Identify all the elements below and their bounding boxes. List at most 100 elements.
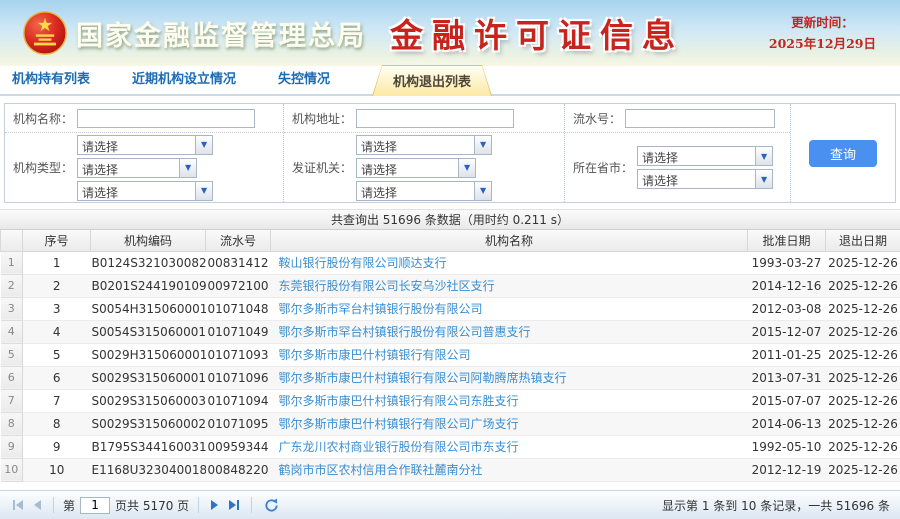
cell-institution-name: 鞍山银行股份有限公司顺达支行 (271, 251, 748, 274)
institution-link[interactable]: 鹤岗市市区农村信用合作联社麓南分社 (279, 463, 483, 477)
prev-page-icon[interactable] (31, 496, 44, 514)
cell-exit-date: 2025-12-26 (826, 435, 900, 458)
row-gutter-cell: 3 (1, 297, 23, 320)
cell-institution-code: S0029S315060002 (91, 412, 206, 435)
institution-link[interactable]: 鄂尔多斯市罕台村镇银行股份有限公司 (279, 302, 483, 316)
chevron-down-icon: ▼ (458, 159, 475, 177)
issuing-authority-select-2[interactable]: 请选择 ▼ (356, 158, 476, 178)
cell-approve-date: 2013-07-31 (748, 366, 826, 389)
update-time-date: 2025年12月29日 (769, 33, 876, 54)
tab-loss-of-control[interactable]: 失控情况 (278, 68, 330, 87)
cell-institution-code: S0029S315060001 (91, 366, 206, 389)
last-page-icon[interactable] (226, 496, 242, 514)
chevron-down-icon: ▼ (755, 170, 772, 188)
divider (53, 497, 54, 513)
refresh-icon[interactable] (261, 496, 282, 514)
institution-link[interactable]: 东莞银行股份有限公司长安乌沙社区支行 (279, 279, 495, 293)
cell-institution-name: 广东龙川农村商业银行股份有限公司市东支行 (271, 435, 748, 458)
serial-number-input[interactable] (625, 109, 775, 128)
institution-link[interactable]: 鄂尔多斯市康巴什村镇银行有限公司广场支行 (279, 417, 519, 431)
cell-serial-number: 00972100 (206, 274, 271, 297)
row-gutter-cell: 2 (1, 274, 23, 297)
update-time-label: 更新时间： (769, 12, 876, 33)
cell-exit-date: 2025-12-26 (826, 343, 900, 366)
cell-serial-number: 00848220 (206, 458, 271, 481)
institution-link[interactable]: 鞍山银行股份有限公司顺达支行 (279, 256, 447, 270)
chevron-down-icon: ▼ (195, 136, 212, 154)
cell-serial-number: 01071048 (206, 297, 271, 320)
search-col-address-issuer: 机构地址： 发证机关： 请选择 ▼ 请选择 ▼ 请选择 ▼ (284, 104, 565, 202)
results-table: 序号 机构编码 流水号 机构名称 批准日期 退出日期 1 1 B0124S321… (0, 230, 900, 482)
cell-no: 4 (23, 320, 91, 343)
institution-type-select-3[interactable]: 请选择 ▼ (77, 181, 213, 201)
institution-link[interactable]: 鄂尔多斯市康巴什村镇银行有限公司 (279, 348, 471, 362)
chevron-down-icon: ▼ (474, 182, 491, 200)
table-row: 5 5 S0029H315060001 01071093 鄂尔多斯市康巴什村镇银… (1, 343, 900, 366)
tab-recent-establishment[interactable]: 近期机构设立情况 (132, 68, 236, 87)
row-gutter-cell: 5 (1, 343, 23, 366)
cell-exit-date: 2025-12-26 (826, 297, 900, 320)
cell-approve-date: 2014-12-16 (748, 274, 826, 297)
tab-institution-holding-list[interactable]: 机构持有列表 (12, 68, 90, 87)
divider (251, 497, 252, 513)
cell-institution-name: 鄂尔多斯市罕台村镇银行股份有限公司 (271, 297, 748, 320)
cell-approve-date: 2011-01-25 (748, 343, 826, 366)
record-summary: 显示第 1 条到 10 条记录，一共 51696 条 (662, 497, 890, 514)
institution-link[interactable]: 鄂尔多斯市罕台村镇银行股份有限公司普惠支行 (279, 325, 531, 339)
institution-type-select-1[interactable]: 请选择 ▼ (77, 135, 213, 155)
chevron-down-icon: ▼ (755, 147, 772, 165)
cell-institution-name: 鄂尔多斯市康巴什村镇银行有限公司阿勒腾席热镇支行 (271, 366, 748, 389)
next-page-icon[interactable] (208, 496, 221, 514)
city-select[interactable]: 请选择 ▼ (637, 169, 773, 189)
cell-no: 10 (23, 458, 91, 481)
table-row: 3 3 S0054H315060001 01071048 鄂尔多斯市罕台村镇银行… (1, 297, 900, 320)
cell-no: 9 (23, 435, 91, 458)
cell-exit-date: 2025-12-26 (826, 320, 900, 343)
cell-approve-date: 1992-05-10 (748, 435, 826, 458)
row-gutter-cell: 7 (1, 389, 23, 412)
institution-type-select-2[interactable]: 请选择 ▼ (77, 158, 197, 178)
institution-link[interactable]: 鄂尔多斯市康巴什村镇银行有限公司东胜支行 (279, 394, 519, 408)
cell-exit-date: 2025-12-26 (826, 458, 900, 481)
issuing-authority-select-1[interactable]: 请选择 ▼ (356, 135, 492, 155)
page-number-input[interactable] (80, 497, 110, 514)
table-row: 9 9 B1795S344160031 00959344 广东龙川农村商业银行股… (1, 435, 900, 458)
issuing-authority-select-3[interactable]: 请选择 ▼ (356, 181, 492, 201)
page-prefix: 第 (63, 497, 75, 514)
cell-exit-date: 2025-12-26 (826, 366, 900, 389)
institution-address-label: 机构地址： (292, 110, 352, 127)
cell-institution-name: 鄂尔多斯市康巴什村镇银行有限公司 (271, 343, 748, 366)
cell-no: 5 (23, 343, 91, 366)
table-row: 7 7 S0029S315060003 01071094 鄂尔多斯市康巴什村镇银… (1, 389, 900, 412)
query-button[interactable]: 查询 (809, 140, 877, 167)
cell-institution-name: 东莞银行股份有限公司长安乌沙社区支行 (271, 274, 748, 297)
cell-approve-date: 2014-06-13 (748, 412, 826, 435)
tab-institution-exit-list[interactable]: 机构退出列表 (372, 65, 492, 96)
serial-number-label: 流水号： (573, 110, 621, 127)
institution-name-input[interactable] (77, 109, 255, 128)
institution-link[interactable]: 广东龙川农村商业银行股份有限公司市东支行 (279, 440, 519, 454)
col-header-approve-date: 批准日期 (748, 230, 826, 251)
cell-no: 3 (23, 297, 91, 320)
institution-address-input[interactable] (356, 109, 514, 128)
first-page-icon[interactable] (10, 496, 26, 514)
table-row: 6 6 S0029S315060001 01071096 鄂尔多斯市康巴什村镇银… (1, 366, 900, 389)
cell-approve-date: 2012-03-08 (748, 297, 826, 320)
institution-link[interactable]: 鄂尔多斯市康巴什村镇银行有限公司阿勒腾席热镇支行 (279, 371, 567, 385)
row-gutter-cell: 1 (1, 251, 23, 274)
province-select[interactable]: 请选择 ▼ (637, 146, 773, 166)
cell-serial-number: 01071096 (206, 366, 271, 389)
table-row: 8 8 S0029S315060002 01071095 鄂尔多斯市康巴什村镇银… (1, 412, 900, 435)
cell-exit-date: 2025-12-26 (826, 412, 900, 435)
search-button-column: 查询 (791, 104, 895, 202)
chevron-down-icon: ▼ (179, 159, 196, 177)
cell-institution-code: B1795S344160031 (91, 435, 206, 458)
cell-institution-code: S0029H315060001 (91, 343, 206, 366)
update-time: 更新时间： 2025年12月29日 (769, 12, 876, 55)
cell-institution-code: B0124S321030082 (91, 251, 206, 274)
province-city-label: 所在省市： (573, 159, 633, 176)
cell-no: 2 (23, 274, 91, 297)
institution-name-label: 机构名称： (13, 110, 73, 127)
table-row: 10 10 E1168U323040018 00848220 鹤岗市市区农村信用… (1, 458, 900, 481)
cell-approve-date: 2012-12-19 (748, 458, 826, 481)
